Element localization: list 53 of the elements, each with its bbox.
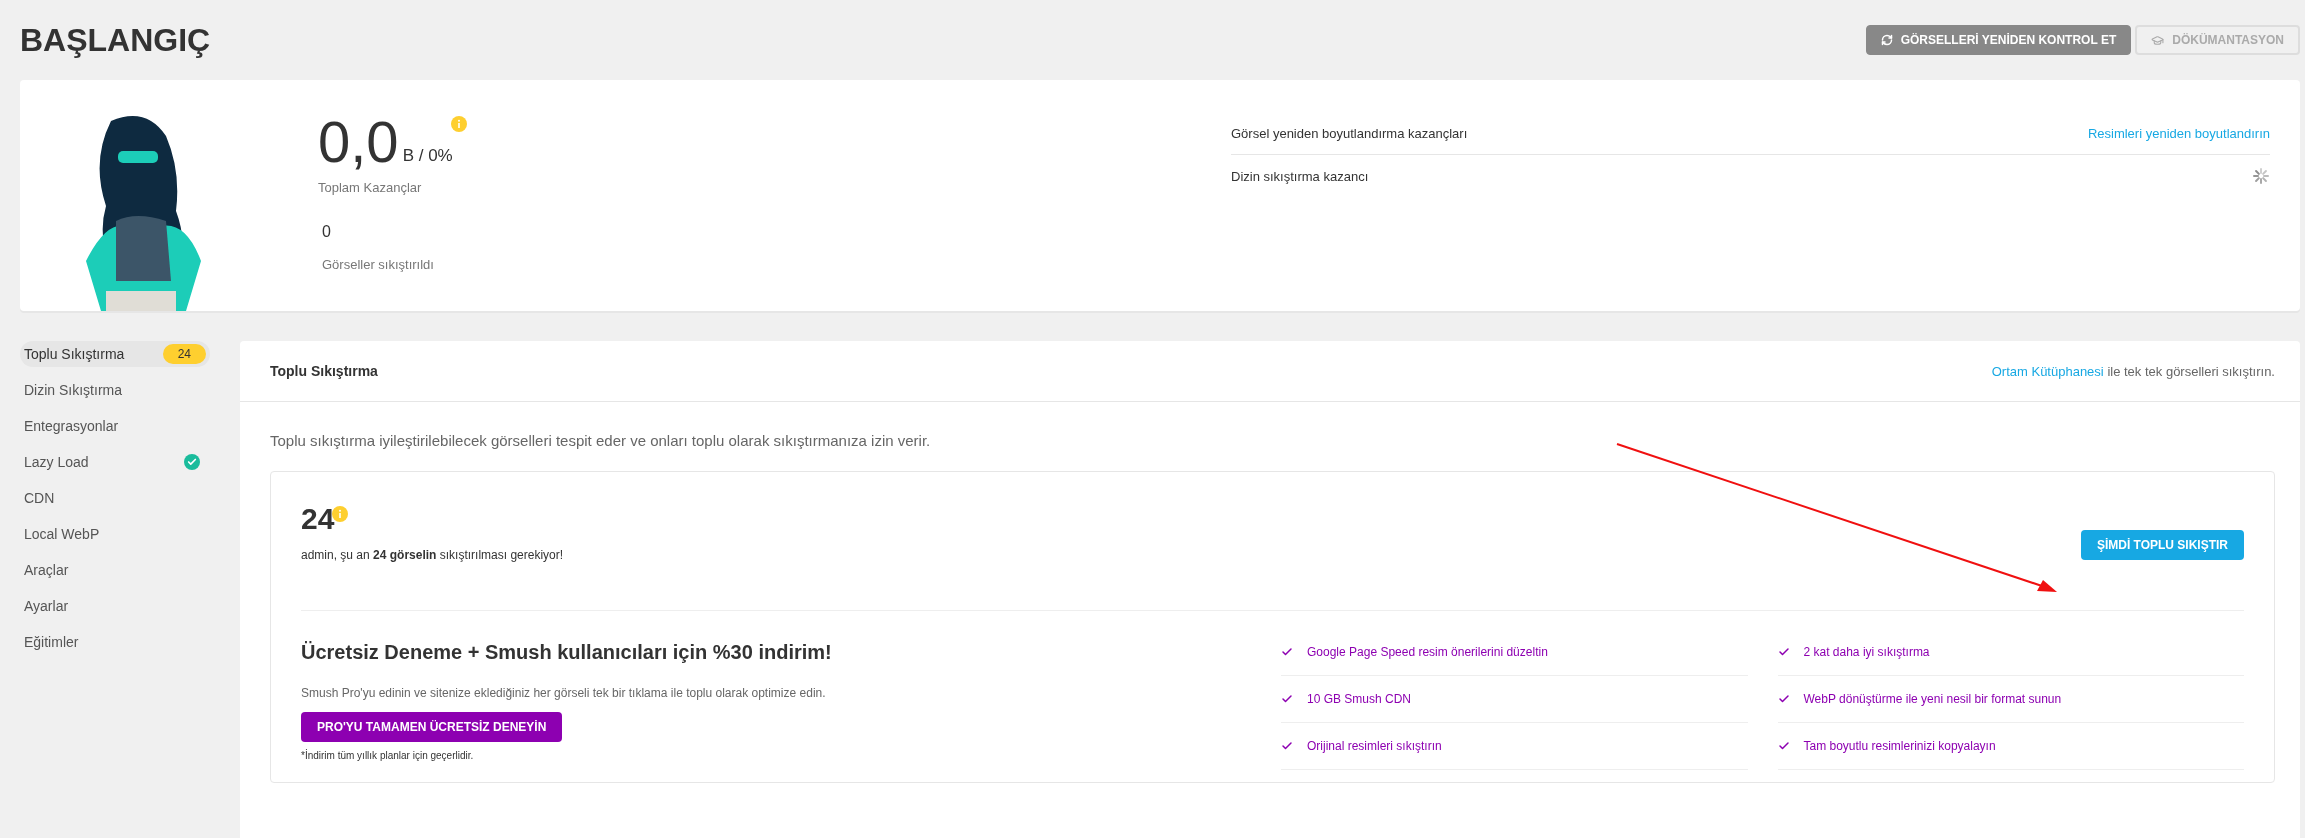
savings-row-label: Görsel yeniden boyutlandırma kazançları — [1231, 125, 1468, 141]
promo-text: Smush Pro'yu edinin ve sitenize eklediğiniz her görseli tek bir tıklama ile toplu olarak optimize edin. — [301, 686, 827, 700]
feature-text: 2 kat daha iyi sıkıştırma — [1803, 645, 1930, 659]
sidebar-item[interactable]: Ayarlar — [20, 593, 210, 619]
feature-text: Orijinal resimleri sıkıştırın — [1307, 739, 1442, 753]
savings-unit: B / 0% — [402, 146, 453, 166]
try-pro-button[interactable]: PRO'YU TAMAMEN ÜCRETSİZ DENEYİN — [301, 712, 563, 742]
page-title: BAŞLANGIÇ — [20, 21, 211, 59]
check-icon — [1281, 693, 1293, 705]
check-icon — [1777, 693, 1790, 705]
sidebar-item-label: Entegrasyonlar — [24, 418, 119, 434]
sidebar-item-label: Eğitimler — [24, 634, 79, 650]
refresh-icon — [1880, 34, 1893, 46]
sidebar-item[interactable]: Dizin Sıkıştırma — [20, 377, 210, 403]
total-savings-value: 0,0 — [318, 112, 399, 172]
discount-footnote: *İndirim tüm yıllık planlar için geçerlidir. — [301, 750, 475, 761]
media-library-note: Ortam Kütüphanesi ile tek tek görselleri sıkıştırın. — [1991, 363, 2275, 379]
sidebar-item[interactable]: Toplu Sıkıştırma 24 — [20, 341, 210, 367]
panel-title: Toplu Sıkıştırma — [270, 363, 378, 379]
pending-count: 24 — [301, 502, 335, 536]
sidebar-item[interactable]: Eğitimler — [20, 629, 210, 655]
sidebar-item-label: Dizin Sıkıştırma — [24, 382, 122, 398]
feature-text: WebP dönüştürme ile yeni nesil bir format sunun — [1803, 692, 2062, 706]
check-icon — [1777, 740, 1790, 752]
compressed-label: Görseller sıkıştırıldı — [321, 257, 435, 272]
info-icon — [450, 116, 467, 132]
panel-description: Toplu sıkıştırma iyileştirilebilecek görselleri tespit eder ve onları toplu olarak sıkıştırmanıza izin verir. — [270, 432, 932, 449]
sidebar-item[interactable]: CDN — [20, 485, 210, 511]
sidebar-item-label: Toplu Sıkıştırma — [24, 346, 125, 362]
savings-row-label: Dizin sıkıştırma kazancı — [1231, 168, 1369, 184]
loading-spinner-icon — [2252, 167, 2270, 185]
total-savings-label: Toplam Kazançlar — [318, 180, 423, 195]
feature-text: 10 GB Smush CDN — [1307, 692, 1412, 706]
pending-message: admin, şu an 24 görselin sıkıştırılması gerekiyor! — [301, 548, 564, 562]
sidebar-item-label: CDN — [24, 490, 55, 506]
promo-title: Ücretsiz Deneme + Smush kullanıcıları için %30 indirim! — [301, 641, 833, 664]
sidebar-item-label: Local WebP — [24, 526, 100, 542]
graduation-cap-icon — [2151, 33, 2165, 47]
check-icon — [1281, 646, 1293, 658]
sidebar-item-label: Ayarlar — [24, 598, 69, 614]
recheck-images-button[interactable]: GÖRSELLERİ YENİDEN KONTROL ET — [1865, 25, 2132, 55]
sidebar-item[interactable]: Entegrasyonlar — [20, 413, 210, 439]
count-badge: 24 — [162, 344, 206, 364]
check-icon — [1281, 740, 1293, 752]
check-icon — [1777, 646, 1790, 658]
sidebar-item-label: Araçlar — [24, 562, 69, 578]
sidebar-item[interactable]: Araçlar — [20, 557, 210, 583]
compressed-count: 0 — [321, 223, 332, 241]
feature-text: Google Page Speed resim önerilerini düzeltin — [1307, 645, 1548, 659]
sidebar-item[interactable]: Local WebP — [20, 521, 210, 547]
feature-text: Tam boyutlu resimlerinizi kopyalayın — [1803, 739, 1996, 753]
sidebar-item[interactable]: Lazy Load — [20, 449, 210, 475]
sidebar-item-label: Lazy Load — [24, 454, 89, 470]
